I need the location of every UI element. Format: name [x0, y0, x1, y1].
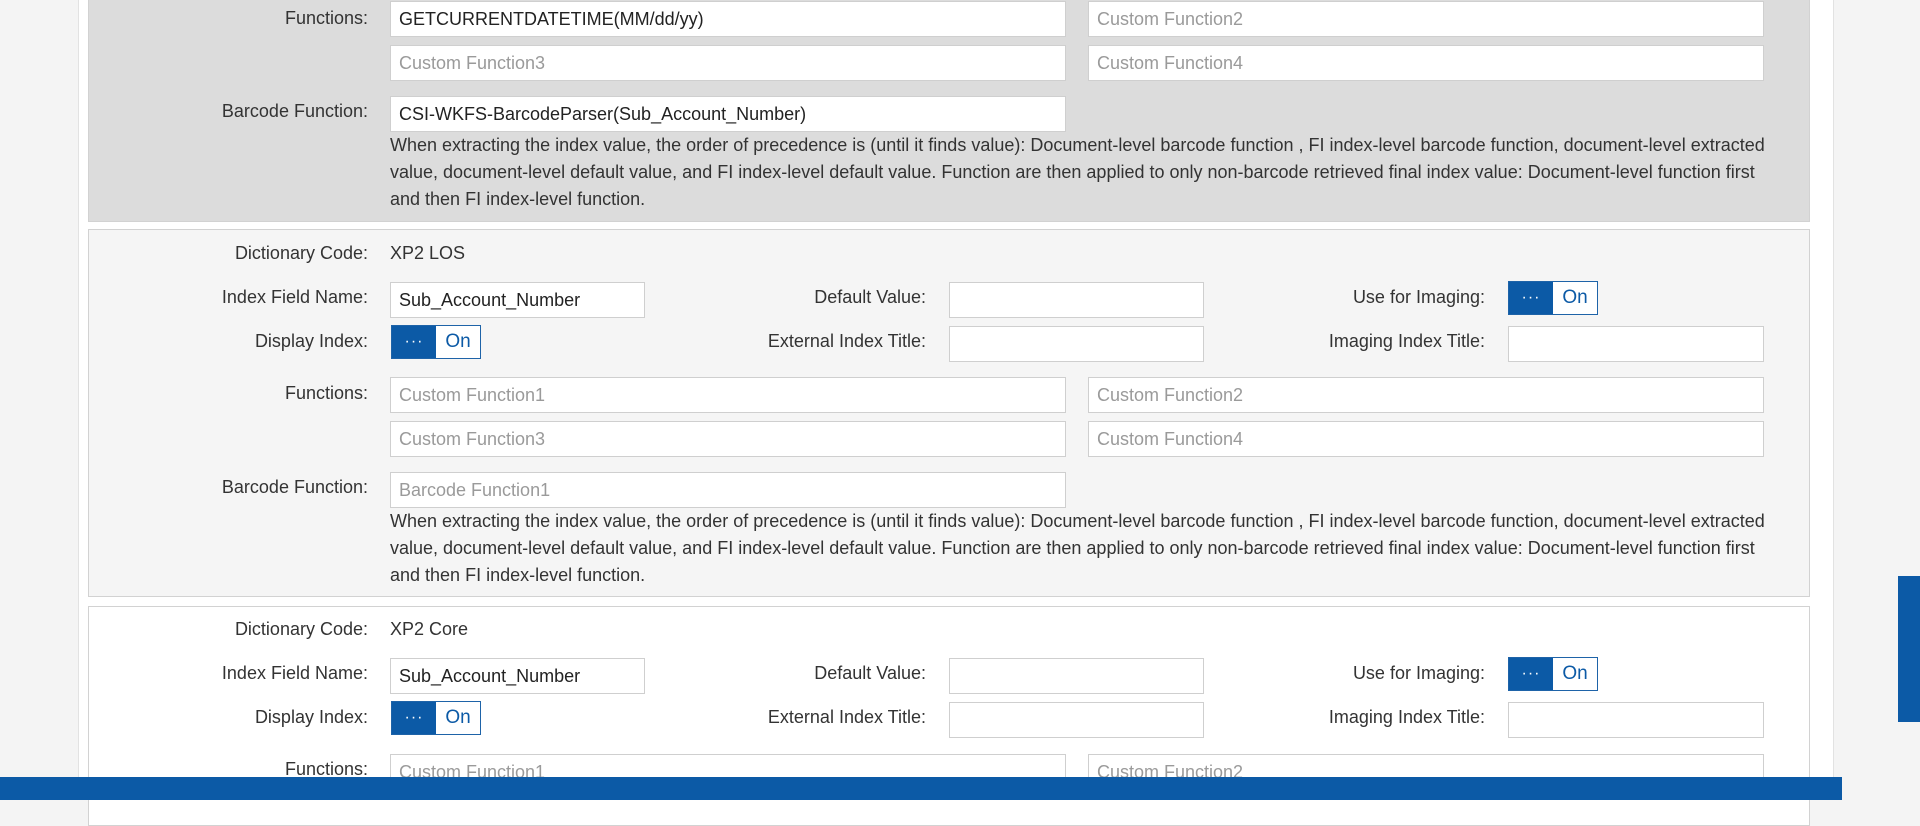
toggle-knob: ··· — [1509, 282, 1553, 314]
custom-function-2-input[interactable] — [1088, 1, 1764, 37]
dictionary-code-label: Dictionary Code: — [234, 243, 368, 263]
toggle-knob: ··· — [392, 326, 436, 358]
external-index-title-input[interactable] — [949, 702, 1204, 738]
dictionary-code-value: XP2 Core — [390, 619, 469, 639]
toggle-state-label: On — [445, 707, 471, 728]
imaging-index-title-input[interactable] — [1508, 702, 1764, 738]
display-index-toggle[interactable]: ··· On — [391, 701, 481, 735]
external-index-title-label: External Index Title: — [767, 707, 926, 727]
custom-function-2-input[interactable] — [1088, 377, 1764, 413]
index-field-name-input[interactable] — [390, 282, 645, 318]
toggle-state-label: On — [1562, 663, 1588, 684]
dictionary-code-value: XP2 LOS — [390, 243, 466, 263]
external-index-title-input[interactable] — [949, 326, 1204, 362]
precedence-note: When extracting the index value, the ord… — [390, 511, 1765, 585]
custom-function-3-input[interactable] — [390, 45, 1066, 81]
functions-label: Functions: — [284, 8, 368, 28]
barcode-function-input[interactable] — [390, 472, 1066, 508]
toggle-state-label: On — [445, 331, 471, 352]
index-field-name-label: Index Field Name: — [221, 663, 368, 683]
default-value-label: Default Value: — [814, 287, 926, 307]
barcode-function-label: Barcode Function: — [221, 477, 368, 497]
toggle-knob: ··· — [1509, 658, 1553, 690]
barcode-function-label: Barcode Function: — [221, 101, 368, 121]
functions-label: Functions: — [284, 383, 368, 403]
index-field-name-label: Index Field Name: — [221, 287, 368, 307]
custom-function-4-input[interactable] — [1088, 45, 1764, 81]
use-for-imaging-label: Use for Imaging: — [1352, 663, 1485, 683]
default-value-input[interactable] — [949, 282, 1204, 318]
toggle-state-label: On — [1562, 287, 1588, 308]
use-for-imaging-toggle[interactable]: ··· On — [1508, 657, 1598, 691]
custom-function-1-input[interactable] — [390, 377, 1066, 413]
custom-function-4-input[interactable] — [1088, 421, 1764, 457]
imaging-index-title-input[interactable] — [1508, 326, 1764, 362]
toggle-knob: ··· — [392, 702, 436, 734]
use-for-imaging-toggle[interactable]: ··· On — [1508, 281, 1598, 315]
side-panel-tab[interactable] — [1898, 576, 1920, 722]
display-index-toggle[interactable]: ··· On — [391, 325, 481, 359]
bottom-action-bar — [0, 777, 1842, 800]
imaging-index-title-label: Imaging Index Title: — [1328, 331, 1485, 351]
custom-function-3-input[interactable] — [390, 421, 1066, 457]
display-index-label: Display Index: — [254, 331, 368, 351]
precedence-note: When extracting the index value, the ord… — [390, 135, 1765, 209]
default-value-label: Default Value: — [814, 663, 926, 683]
external-index-title-label: External Index Title: — [767, 331, 926, 351]
dictionary-code-label: Dictionary Code: — [234, 619, 368, 639]
use-for-imaging-label: Use for Imaging: — [1352, 287, 1485, 307]
display-index-label: Display Index: — [254, 707, 368, 727]
custom-function-1-input[interactable] — [390, 1, 1066, 37]
barcode-function-input[interactable] — [390, 96, 1066, 132]
index-field-name-input[interactable] — [390, 658, 645, 694]
functions-label: Functions: — [284, 759, 368, 779]
default-value-input[interactable] — [949, 658, 1204, 694]
imaging-index-title-label: Imaging Index Title: — [1328, 707, 1485, 727]
